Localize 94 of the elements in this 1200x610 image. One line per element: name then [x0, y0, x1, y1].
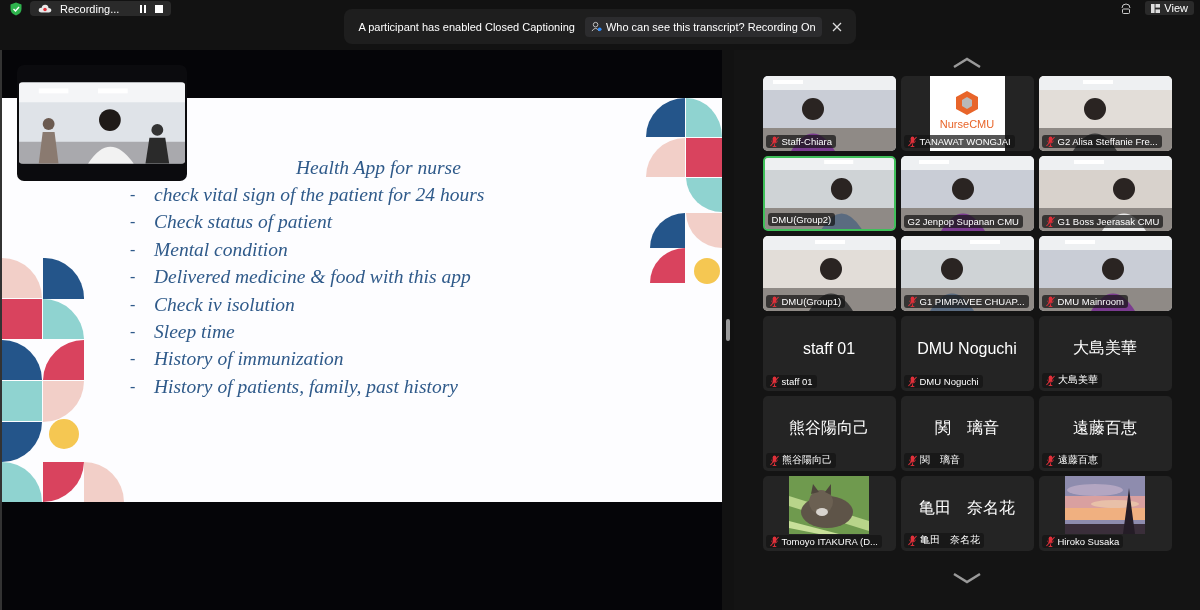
muted-mic-icon: [769, 455, 779, 466]
muted-mic-icon: [1045, 455, 1055, 466]
video-tile[interactable]: Hiroko Susaka: [1038, 476, 1172, 551]
resize-handle[interactable]: [726, 319, 730, 341]
audio-device-icon[interactable]: [1121, 2, 1132, 14]
participant-name: Staff-Chiara: [781, 136, 832, 147]
hexagon-logo-icon: [955, 90, 979, 116]
muted-mic-icon: [907, 376, 917, 387]
bullet-dash: -: [130, 267, 137, 288]
participant-name: DMU Mainroom: [1057, 296, 1124, 307]
participant-display-name: 関 璃音: [935, 418, 999, 438]
video-tile[interactable]: DMU Noguchi DMU Noguchi: [900, 316, 1034, 391]
chevron-up-icon[interactable]: [952, 57, 982, 69]
bullet-text: History of patients, family, past history: [154, 374, 458, 399]
bullet-text: Delivered medicine & food with this app: [154, 265, 471, 290]
video-tile[interactable]: 遠藤百恵 遠藤百恵: [1038, 396, 1172, 471]
muted-mic-icon: [769, 296, 779, 307]
bullet-text: Check iv isolution: [154, 292, 295, 317]
bullet-text: History of immunization: [154, 347, 344, 372]
pause-icon[interactable]: [139, 4, 148, 13]
participant-name: G1 Boss Jeerasak CMU: [1057, 216, 1160, 227]
bullet-text: check vital sign of the patient for 24 hours: [154, 183, 485, 207]
bullet-text: Sleep time: [154, 320, 235, 345]
participant-name: 大島美華: [1057, 374, 1098, 387]
participant-name: TANAWAT WONGJAI: [919, 136, 1011, 147]
participant-name: Hiroko Susaka: [1057, 536, 1120, 547]
video-tile[interactable]: G2 Jenpop Supanan CMU: [900, 156, 1034, 231]
muted-mic-icon: [1045, 536, 1055, 547]
muted-mic-icon: [1045, 296, 1055, 307]
participant-name: G2 Jenpop Supanan CMU: [907, 216, 1019, 227]
muted-mic-icon: [907, 296, 917, 307]
participant-display-name: DMU Noguchi: [917, 339, 1017, 358]
bullet-dash: -: [130, 239, 137, 260]
person-icon: [590, 21, 602, 32]
shield-check-icon[interactable]: [10, 1, 22, 16]
participant-display-name: staff 01: [802, 339, 856, 358]
bullet-text: Mental condition: [154, 237, 288, 262]
participant-display-name: 遠藤百恵: [1073, 418, 1137, 438]
video-tile[interactable]: staff 01 staff 01: [762, 316, 896, 391]
bullet-dash: -: [130, 185, 137, 205]
close-icon[interactable]: [831, 21, 842, 32]
bullet-dash: -: [130, 322, 137, 343]
bullet-dash: -: [130, 294, 137, 315]
muted-mic-icon: [769, 376, 779, 387]
video-tile[interactable]: Staff-Chiara: [762, 76, 896, 151]
logo-text: NurseCMU: [939, 118, 995, 130]
video-tile[interactable]: DMU(Group2): [762, 156, 896, 231]
muted-mic-icon: [1045, 216, 1055, 227]
muted-mic-icon: [907, 455, 917, 466]
video-tile[interactable]: DMU(Group1): [762, 236, 896, 311]
video-tile[interactable]: G1 Boss Jeerasak CMU: [1038, 156, 1172, 231]
chevron-down-icon[interactable]: [952, 572, 982, 584]
muted-mic-icon: [907, 136, 917, 147]
participant-name: DMU(Group1): [781, 296, 842, 307]
video-tile[interactable]: 大島美華 大島美華: [1038, 316, 1172, 391]
participant-name: 亀田 奈名花: [919, 534, 980, 547]
participant-name: G1 PIMPAVEE CHUAP...: [919, 296, 1025, 307]
bullet-text: Check status of patient: [154, 210, 333, 235]
video-tile[interactable]: 亀田 奈名花 亀田 奈名花: [900, 476, 1034, 551]
participant-name: DMU Noguchi: [919, 376, 979, 387]
bullet-dash: -: [130, 212, 137, 233]
bullet-dash: -: [130, 349, 137, 370]
recording-label: Recording...: [60, 2, 120, 15]
muted-mic-icon: [1045, 136, 1055, 147]
participant-name: DMU(Group2): [771, 214, 832, 225]
participant-name: staff 01: [781, 376, 813, 387]
view-button[interactable]: View: [1145, 1, 1194, 15]
participant-name: 熊谷陽向己: [781, 454, 832, 467]
muted-mic-icon: [769, 136, 779, 147]
video-tile[interactable]: 関 璃音 関 璃音: [900, 396, 1034, 471]
video-tile[interactable]: 熊谷陽向己 熊谷陽向己: [762, 396, 896, 471]
muted-mic-icon: [1045, 375, 1055, 386]
participant-display-name: 亀田 奈名花: [919, 498, 1015, 518]
video-tile[interactable]: DMU Mainroom: [1038, 236, 1172, 311]
notification-message: A participant has enabled Closed Captioning: [358, 20, 575, 33]
participant-display-name: 熊谷陽向己: [789, 418, 869, 438]
muted-mic-icon: [907, 535, 917, 546]
cloud-icon: [38, 4, 52, 13]
video-tile[interactable]: NurseCMU TANAWAT WONGJAI: [900, 76, 1034, 151]
participant-name: Tomoyo ITAKURA (D...: [781, 536, 878, 547]
video-tile[interactable]: Tomoyo ITAKURA (D...: [762, 476, 896, 551]
grid-view-icon: [1151, 3, 1161, 13]
slide-title: Health App for nurse: [296, 156, 462, 180]
video-tile[interactable]: G1 PIMPAVEE CHUAP...: [900, 236, 1034, 311]
video-tile[interactable]: G2 Alisa Steffanie Fre...: [1038, 76, 1172, 151]
stop-icon[interactable]: [155, 4, 164, 13]
participant-name: 遠藤百恵: [1057, 454, 1098, 467]
muted-mic-icon: [769, 536, 779, 547]
participant-name: 関 璃音: [919, 454, 960, 467]
floating-video[interactable]: [17, 65, 187, 181]
participant-display-name: 大島美華: [1073, 338, 1137, 358]
participant-name: G2 Alisa Steffanie Fre...: [1057, 136, 1158, 147]
bullet-dash: -: [130, 376, 137, 397]
transcript-info-button[interactable]: Who can see this transcript? Recording On: [584, 16, 822, 37]
